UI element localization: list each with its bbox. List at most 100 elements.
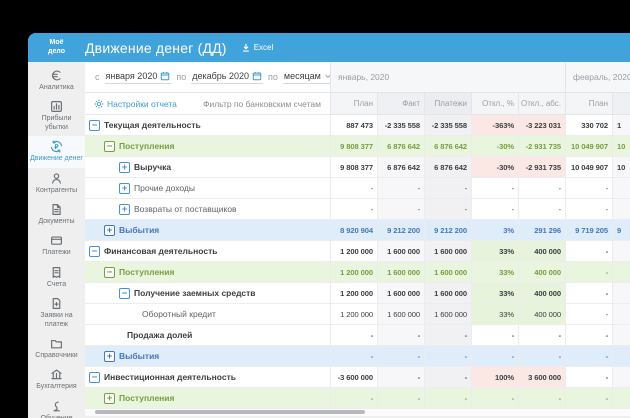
collapse-toggle-icon[interactable]: − [104,141,115,152]
sidebar-item-3[interactable]: ₽Движение денег [28,136,85,167]
row-label: Финансовая деятельность [104,246,217,256]
table-row: −Инвестиционная деятельность-3 600 000--… [85,367,630,388]
date-to-picker[interactable]: декабрь 2020 [191,70,263,84]
period-select[interactable]: месяцам [283,70,333,84]
sidebar-item-6[interactable]: Платежи [28,230,85,261]
invoices-icon [50,266,63,279]
expand-toggle-icon[interactable]: + [104,351,115,362]
value-cell: -3 600 000 [330,367,377,387]
column-header: Откл., % [471,93,518,114]
value-cell: - [565,283,612,303]
sidebar-item-5[interactable]: Документы [28,199,85,230]
value-cell: -30% [471,136,518,156]
row-label: Возвраты от поставщиков [134,204,237,214]
value-cell: - [377,346,424,366]
sidebar-item-10[interactable]: Бухгалтерия [28,364,85,395]
expand-toggle-icon[interactable]: + [104,225,115,236]
value-cell: 33% [471,241,518,261]
horizontal-scrollbar-thumb[interactable] [95,410,365,414]
table-row: +Прочие доходы------ [85,178,630,199]
value-cell: 887 473 [330,115,377,135]
value-cell: 1 600 000 [424,283,471,303]
sidebar-item-7[interactable]: Счета [28,262,85,293]
value-cell [612,325,630,345]
collapse-toggle-icon[interactable]: − [89,120,100,131]
from-label: с [95,72,100,82]
sidebar-item-label: Прибыли убытки [30,115,83,132]
row-label: Инвестиционная деятельность [104,372,236,382]
expand-toggle-icon[interactable]: + [119,204,130,215]
value-cell: 33% [471,283,518,303]
row-label-cell: Оборотный кредит [85,304,330,324]
value-cell: 291 296 [518,220,565,240]
value-cell: 1 600 000 [424,304,471,324]
value-cell: - [471,346,518,366]
download-icon [241,43,251,53]
value-cell: 9 212 200 [377,220,424,240]
sidebar-item-9[interactable]: Справочники [28,333,85,364]
value-cell [612,241,630,261]
sidebar-item-1[interactable]: Аналитика [28,65,85,96]
expand-toggle-icon[interactable]: + [104,393,115,404]
value-cell: 9 [612,220,630,240]
column-header [612,93,630,114]
row-label: Поступления [119,267,175,277]
value-cell: - [377,388,424,408]
expand-toggle-icon[interactable]: + [119,183,130,194]
app-window: Моё дело Движение денег (ДД) Excel Анали… [28,33,630,418]
month-group-header: февраль, 2020 [565,62,630,92]
column-header: План [330,93,377,114]
app-logo[interactable]: Моё дело [28,39,85,55]
value-cell: - [377,325,424,345]
report-settings-button[interactable]: Настройки отчета [94,99,177,109]
expand-toggle-icon[interactable]: + [119,162,130,173]
bank-accounts-filter-button[interactable]: Фильтр по банковским счетам [203,99,321,109]
sidebar-item-2[interactable]: Прибыли убытки [28,96,85,136]
collapse-toggle-icon[interactable]: − [89,372,100,383]
svg-text:₽: ₽ [54,143,59,151]
value-cell: 9 808 377 [330,157,377,177]
value-cell: 3 600 000 [518,367,565,387]
collapse-toggle-icon[interactable]: − [104,267,115,278]
gear-icon [94,99,104,109]
sidebar-item-4[interactable]: Контрагенты [28,168,85,199]
calendar-icon [252,71,262,81]
row-label-cell: + Возвраты от поставщиков [85,199,330,219]
collapse-toggle-icon[interactable]: − [119,288,130,299]
value-cell: - [424,388,471,408]
value-cell: - [565,388,612,408]
value-cell: - [377,199,424,219]
excel-download-button[interactable]: Excel [241,43,274,53]
table-row: +Возвраты от поставщиков------ [85,199,630,220]
value-cell: 33% [471,304,518,324]
sidebar-item-11[interactable]: Обучение [28,396,85,418]
filter-band: с января 2020 по декабрь 2020 [85,62,630,93]
payments-icon [50,234,63,247]
horizontal-scrollbar-track[interactable] [85,409,630,416]
date-from-picker[interactable]: января 2020 [105,70,172,84]
directories-icon [50,337,63,350]
value-cell: 3% [471,220,518,240]
report-content: с января 2020 по декабрь 2020 [85,62,630,418]
report-settings-label: Настройки отчета [107,99,177,109]
value-cell: - [518,325,565,345]
value-cell: - [518,388,565,408]
table-row: −Получение заемных средств1 200 0001 600… [85,283,630,304]
value-cell: - [424,367,471,387]
value-cell: 6 876 642 [377,136,424,156]
collapse-toggle-icon[interactable]: − [89,246,100,257]
period-filters: с января 2020 по декабрь 2020 [85,62,330,92]
value-cell [612,346,630,366]
value-cell: - [565,367,612,387]
value-cell: 1 600 000 [377,304,424,324]
value-cell [612,367,630,387]
value-cell: 6 876 642 [377,157,424,177]
cash-flow-icon: ₽ [50,140,63,153]
sidebar-item-8[interactable]: Заявки на платеж [28,293,85,333]
value-cell [612,388,630,408]
value-cell: - [377,367,424,387]
value-cell: - [330,388,377,408]
month-group-header: январь, 2020 [330,62,565,92]
table-row: +Поступления------ [85,388,630,409]
row-label: Продажа долей [127,330,192,340]
